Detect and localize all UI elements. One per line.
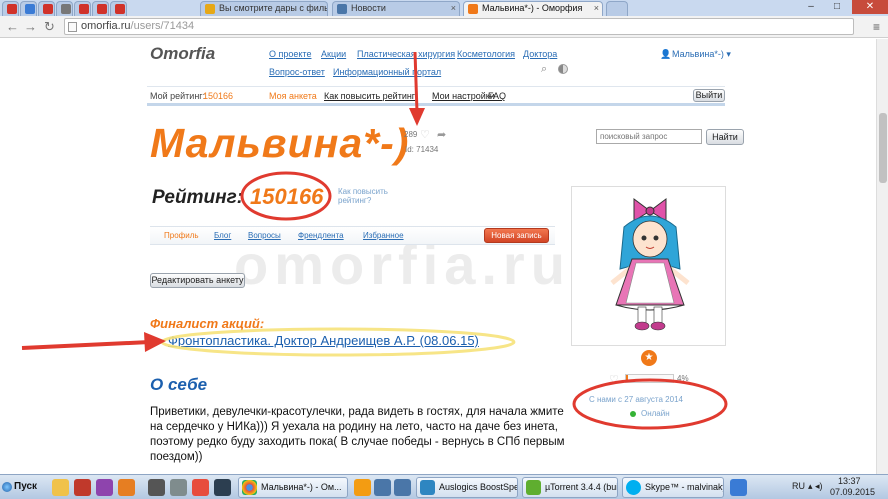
floppy-icon[interactable] xyxy=(214,479,231,496)
odnoklassniki-icon[interactable] xyxy=(354,479,371,496)
wmp-icon[interactable] xyxy=(74,479,91,496)
taskbar-item-auslogics[interactable]: Auslogics BoostSpeed xyxy=(416,477,518,498)
chrome-icon xyxy=(242,480,257,495)
skype-icon xyxy=(626,480,641,495)
app-icon[interactable] xyxy=(192,479,209,496)
highlight-ellipse xyxy=(160,327,516,357)
winrar-icon[interactable] xyxy=(96,479,113,496)
task-label: Мальвина*-) - Ом... xyxy=(261,482,342,492)
taskbar-item-utorrent[interactable]: µTorrent 3.4.4 (build... xyxy=(522,477,618,498)
windows-orb-icon xyxy=(2,482,12,492)
start-button[interactable]: Пуск xyxy=(0,477,42,497)
taskbar-item-chrome[interactable]: Мальвина*-) - Ом... xyxy=(238,477,348,498)
vk-icon[interactable] xyxy=(374,479,391,496)
task-label: Auslogics BoostSpeed xyxy=(439,482,517,492)
arrow-to-finalist-head xyxy=(144,332,166,352)
utorrent-icon xyxy=(526,480,541,495)
start-label: Пуск xyxy=(14,481,38,492)
folder-icon[interactable] xyxy=(52,479,69,496)
arrow-to-heart-head xyxy=(409,108,425,126)
clock-date[interactable]: 07.09.2015 xyxy=(830,487,875,497)
annotation-overlay xyxy=(21,51,728,430)
rating-ellipse xyxy=(240,171,332,221)
member-ellipse xyxy=(572,378,728,430)
page-scrollbar[interactable] xyxy=(876,39,888,474)
task-label: µTorrent 3.4.4 (build... xyxy=(545,482,618,492)
media-player-icon[interactable] xyxy=(118,479,135,496)
vk-icon[interactable] xyxy=(394,479,411,496)
taskbar-item-skype[interactable]: Skype™ - malvinakyk xyxy=(622,477,724,498)
app-icon[interactable] xyxy=(170,479,187,496)
task-label: Skype™ - malvinakyk xyxy=(645,482,724,492)
scroll-thumb[interactable] xyxy=(879,113,887,183)
arrow-to-finalist xyxy=(21,340,151,350)
language-indicator[interactable]: RU xyxy=(792,481,805,491)
monitor-icon[interactable] xyxy=(148,479,165,496)
clock-time[interactable]: 13:37 xyxy=(838,476,861,486)
auslogics-icon xyxy=(420,480,435,495)
taskbar: Пуск Мальвина*-) - Ом... Auslogics Boost… xyxy=(0,474,888,499)
arrow-to-heart xyxy=(413,51,419,113)
tray-icons[interactable]: ▴ ◂) xyxy=(808,481,823,492)
app-icon[interactable] xyxy=(730,479,747,496)
